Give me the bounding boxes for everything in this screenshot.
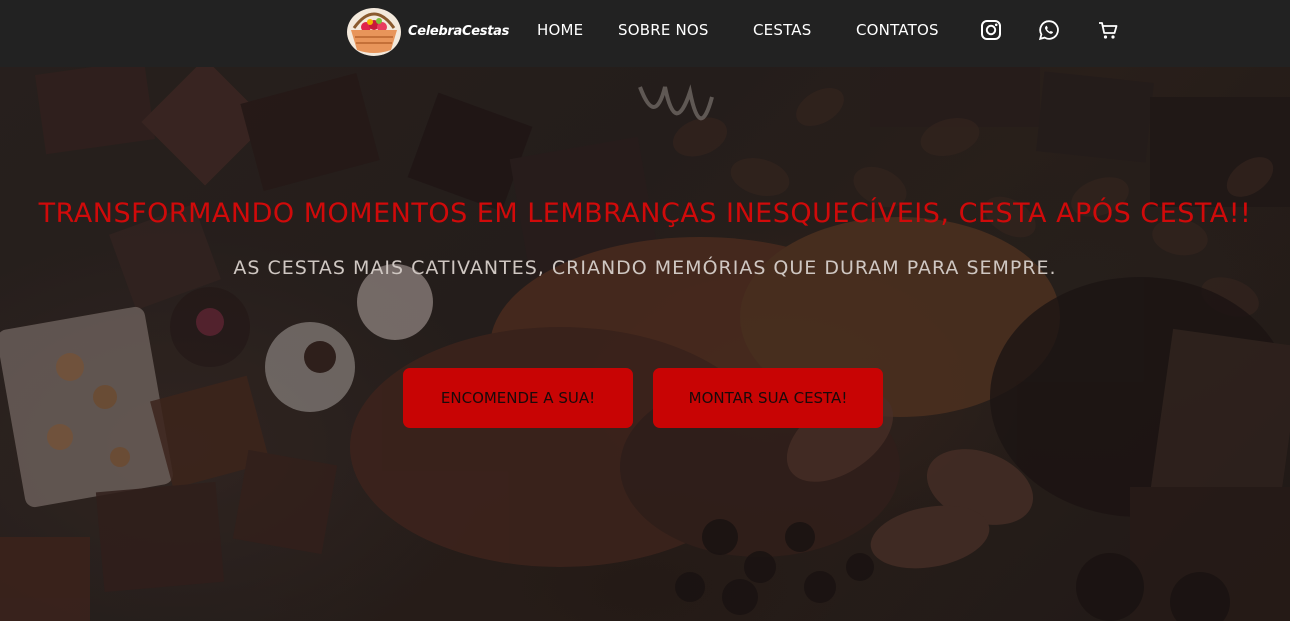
brand-logo-link[interactable]: CelebraCestas — [346, 6, 509, 56]
nav-link-contatos[interactable]: CONTATOS — [856, 21, 939, 39]
build-basket-button[interactable]: MONTAR SUA CESTA! — [653, 368, 883, 428]
hero-overlay — [0, 67, 1290, 621]
order-button[interactable]: ENCOMENDE A SUA! — [403, 368, 633, 428]
whatsapp-icon[interactable] — [1038, 19, 1060, 41]
basket-logo-icon — [347, 8, 401, 56]
instagram-icon[interactable] — [980, 19, 1002, 41]
navbar: CelebraCestas HOME SOBRE NOS CESTAS CONT… — [0, 0, 1290, 67]
hero-title: TRANSFORMANDO MOMENTOS EM LEMBRANÇAS INE… — [38, 198, 1252, 229]
cart-icon[interactable] — [1097, 19, 1119, 41]
nav-link-home[interactable]: HOME — [537, 21, 583, 39]
brand-name: CelebraCestas — [408, 23, 510, 39]
hero-section: TRANSFORMANDO MOMENTOS EM LEMBRANÇAS INE… — [0, 67, 1290, 621]
hero-subtitle: AS CESTAS MAIS CATIVANTES, CRIANDO MEMÓR… — [233, 257, 1057, 279]
nav-link-sobre-nos[interactable]: SOBRE NOS — [618, 21, 709, 39]
nav-link-cestas[interactable]: CESTAS — [753, 21, 811, 39]
